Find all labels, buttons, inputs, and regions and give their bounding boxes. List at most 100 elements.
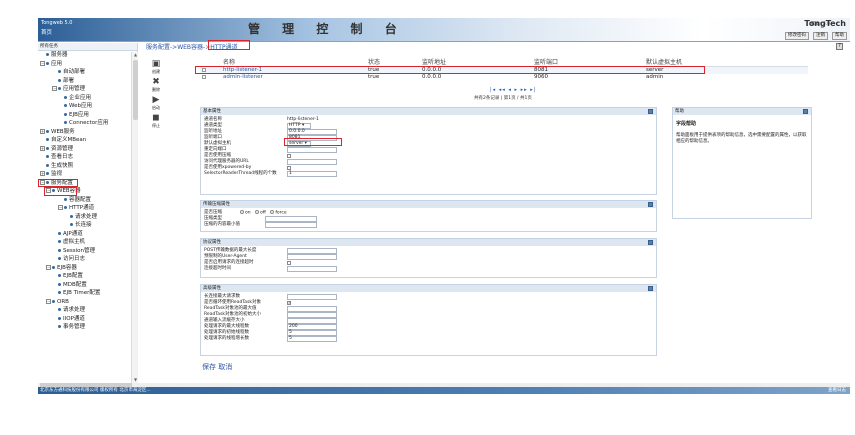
row-checkbox[interactable] [202, 75, 206, 79]
prop-checkbox[interactable] [287, 166, 291, 170]
cell-name[interactable]: admin-listener [223, 74, 263, 81]
tree-item[interactable]: EJB Timer配置 [38, 289, 137, 298]
property-row: SelectorReaderThread线程的个数 1 [201, 171, 656, 177]
tree-item[interactable]: − 服务配置 [38, 178, 137, 187]
tree-item-label: ORB [57, 298, 69, 305]
prop-label: SelectorReaderThread线程的个数 [204, 171, 277, 176]
radio-on-label: on [245, 210, 251, 216]
prop-checkbox[interactable] [287, 154, 291, 158]
action-delete-button[interactable]: ✖ 删除 [147, 78, 165, 94]
prop-checkbox[interactable] [287, 261, 291, 265]
logout-link[interactable]: 注销 [813, 32, 828, 40]
help-link[interactable]: 帮助 [832, 32, 847, 40]
tree-item[interactable]: 容器配置 [38, 196, 137, 205]
tree-item[interactable]: 自定义MBean [38, 136, 137, 145]
action-stop-button[interactable]: ◼ 停止 [147, 114, 165, 130]
expand-toggle-icon[interactable]: − [52, 86, 57, 91]
tree-item[interactable]: 自动部署 [38, 68, 137, 77]
radio-off[interactable] [255, 210, 260, 214]
compression-panel: 传输压缩属性 是否压缩 on off force 压缩类型 压缩的内容最小值 [200, 200, 657, 232]
selected-row-highlight [195, 66, 705, 74]
tree-item-label: 生成快照 [51, 162, 74, 169]
prop-input[interactable] [287, 248, 337, 254]
tree-item[interactable]: EJB应用 [38, 111, 137, 120]
action-create-button[interactable]: ▣ 创建 [147, 60, 165, 76]
cell-port: 9060 [534, 74, 548, 80]
tree-item[interactable]: 请求处理 [38, 306, 137, 315]
tree-item[interactable]: 生成快照 [38, 162, 137, 171]
scroll-up-icon[interactable]: ▲ [132, 52, 139, 58]
prop-input[interactable]: 1 [287, 171, 337, 177]
tree-item[interactable]: − EJB容器 [38, 264, 137, 273]
app-header: Tongweb 5.0 首页 管 理 控 制 台 版本: 5.0 TongTec… [38, 18, 850, 42]
tree-item[interactable]: IIOP通道 [38, 315, 137, 324]
prop-input[interactable] [287, 294, 337, 300]
change-password-link[interactable]: 修改密码 [785, 32, 809, 40]
tree-item[interactable]: 长连接 [38, 221, 137, 230]
prop-input[interactable]: 200 [287, 324, 337, 330]
prop-input[interactable] [287, 159, 337, 165]
bullet-icon [52, 265, 55, 269]
collapse-icon[interactable] [648, 109, 653, 114]
prop-checkbox[interactable] [287, 300, 291, 306]
tree-item[interactable]: AJP通道 [38, 230, 137, 239]
status-right-link[interactable]: 查看日志 [828, 387, 846, 394]
tree-item[interactable]: + WEB服务 [38, 128, 137, 137]
tree-item[interactable]: 虚拟主机 [38, 238, 137, 247]
tree-item[interactable]: 访问日志 [38, 255, 137, 264]
radio-on[interactable] [240, 210, 244, 214]
tree-item[interactable]: + 资源管理 [38, 145, 137, 154]
tree-item[interactable]: 请求处理 [38, 213, 137, 222]
expand-toggle-icon[interactable]: − [58, 205, 63, 210]
prop-input[interactable] [287, 266, 337, 272]
table-row[interactable]: admin-listener true 0.0.0.0 9060 admin [200, 74, 808, 81]
expand-toggle-icon[interactable]: − [46, 264, 51, 270]
expand-toggle-icon[interactable]: + [40, 171, 45, 176]
compression-min-input[interactable] [265, 222, 317, 228]
nav-scroll-thumb[interactable] [133, 60, 138, 120]
prop-input[interactable]: 5 [287, 330, 337, 336]
tree-item[interactable]: Session管理 [38, 247, 137, 256]
tree-item[interactable]: − ORB [38, 298, 137, 307]
tree-item[interactable]: 事务管理 [38, 323, 137, 332]
prop-input[interactable]: 0.0.0.0 [287, 129, 337, 135]
prop-input[interactable] [287, 254, 337, 260]
save-cancel-buttons[interactable]: 保存 取消 [202, 362, 232, 372]
tree-item[interactable]: 企业应用 [38, 94, 137, 103]
tree-item[interactable]: 查看日志 [38, 153, 137, 162]
radio-force[interactable] [270, 210, 275, 214]
tree-item[interactable]: MDB配置 [38, 281, 137, 290]
tree-item[interactable]: − 应用管理 [38, 85, 137, 94]
pager-controls[interactable]: |◂ ◂◂ ◂ ▸ ▸▸ ▸| [490, 87, 536, 93]
tree-item[interactable]: + 监视 [38, 170, 137, 179]
collapse-icon[interactable] [648, 202, 653, 207]
prop-input[interactable] [287, 312, 337, 318]
prop-input[interactable]: 5 [287, 336, 337, 342]
tree-item[interactable]: − WEB容器 [38, 187, 137, 196]
bullet-icon [58, 316, 61, 320]
tree-item[interactable]: 服务器 [38, 51, 137, 60]
tree-item[interactable]: − HTTP通道 [38, 204, 137, 213]
collapse-icon[interactable] [803, 109, 808, 114]
collapse-icon[interactable] [648, 286, 653, 291]
nav-scrollbar[interactable]: ▲ ▼ [131, 52, 138, 383]
compression-type-input[interactable] [265, 216, 317, 222]
tree-item[interactable]: Web应用 [38, 102, 137, 111]
action-start-button[interactable]: ▶ 启动 [147, 96, 165, 112]
tree-item[interactable]: − 应用 [38, 60, 137, 69]
tree-item[interactable]: EJB配置 [38, 272, 137, 281]
prop-input[interactable] [287, 147, 337, 153]
expand-toggle-icon[interactable]: + [40, 128, 45, 134]
tree-item[interactable]: Connector应用 [38, 119, 137, 128]
prop-input[interactable] [287, 318, 337, 324]
collapse-icon[interactable] [648, 240, 653, 245]
expand-toggle-icon[interactable]: + [40, 145, 45, 151]
help-subtitle: 字段帮助 [676, 121, 697, 127]
prop-input[interactable] [287, 306, 337, 312]
expand-toggle-icon[interactable]: − [40, 60, 45, 66]
prop-select[interactable]: HTTP ▾ [287, 123, 311, 129]
help-icon[interactable]: ? [836, 43, 843, 50]
home-link[interactable]: 首页 [41, 28, 52, 36]
expand-toggle-icon[interactable]: − [46, 298, 51, 304]
tree-item[interactable]: 部署 [38, 77, 137, 86]
